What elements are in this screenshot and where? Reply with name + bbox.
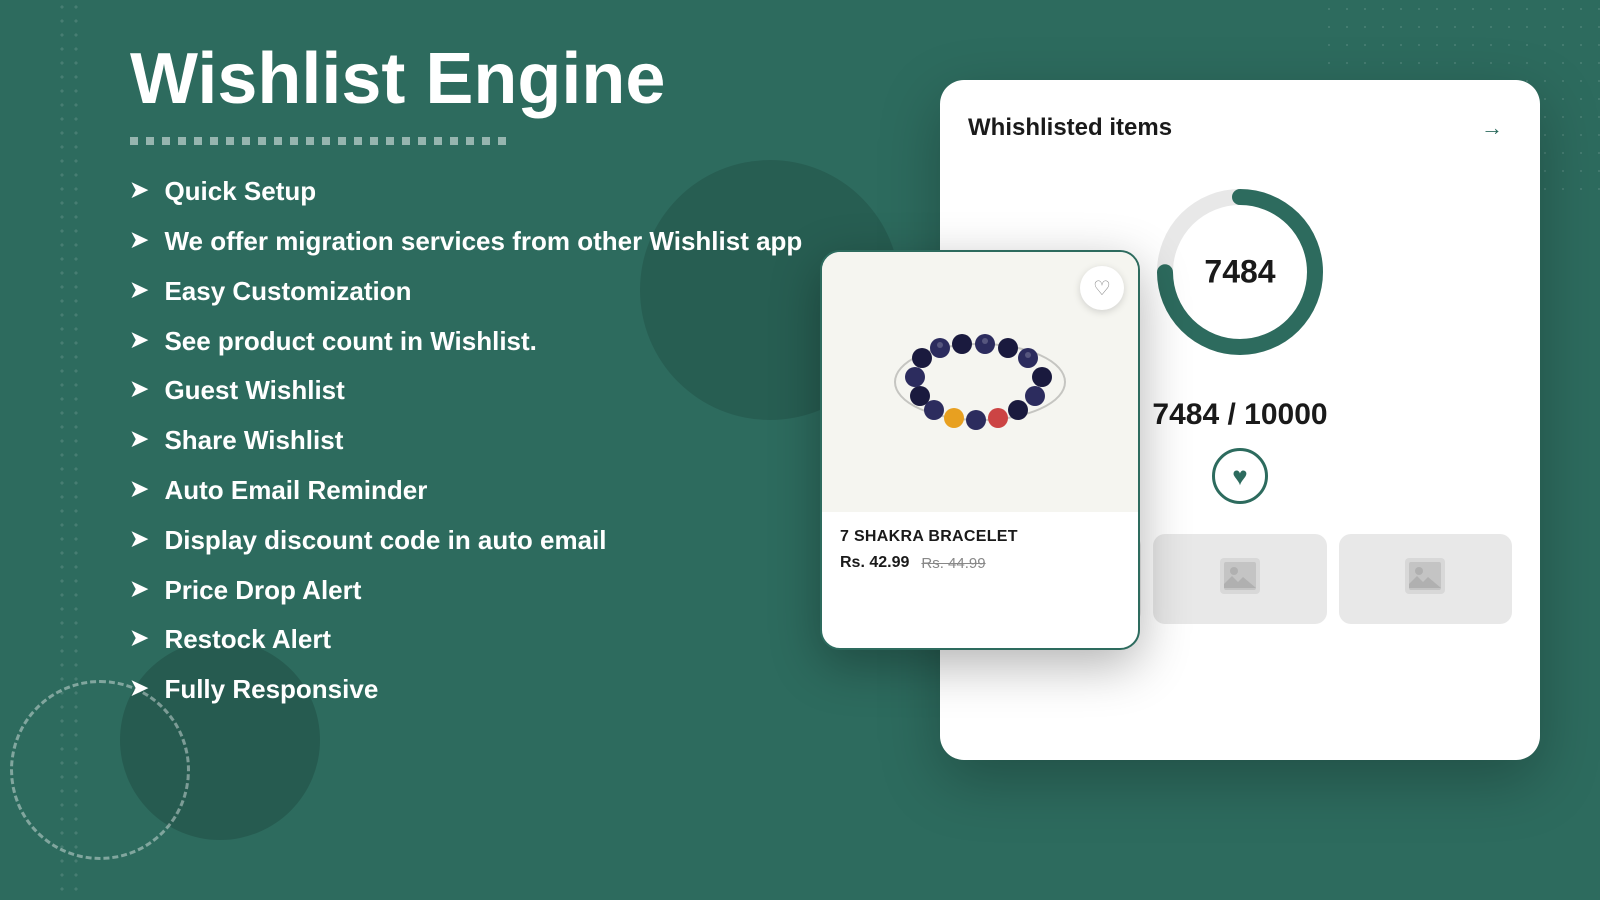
image-placeholder-icon-2 <box>1220 558 1260 601</box>
bracelet-image <box>880 322 1080 442</box>
feature-text: Display discount code in auto email <box>164 524 606 558</box>
feature-text: Quick Setup <box>164 175 316 209</box>
price-area: Rs. 42.99 Rs. 44.99 <box>840 554 1120 572</box>
feature-item-10: ➤ Restock Alert <box>130 623 810 657</box>
current-price: Rs. 42.99 <box>840 554 909 572</box>
feature-arrow-icon: ➤ <box>130 426 148 452</box>
feature-arrow-icon: ➤ <box>130 327 148 353</box>
feature-item-4: ➤ See product count in Wishlist. <box>130 325 810 359</box>
heart-outline-icon: ♡ <box>1093 276 1111 301</box>
feature-item-8: ➤ Display discount code in auto email <box>130 524 810 558</box>
left-content: Wishlist Engine ➤ Quick Setup ➤ We offer… <box>130 40 810 707</box>
card-arrow-btn[interactable]: → <box>1472 108 1512 148</box>
feature-arrow-icon: ➤ <box>130 675 148 701</box>
feature-text: See product count in Wishlist. <box>164 325 536 359</box>
feature-arrow-icon: ➤ <box>130 526 148 552</box>
feature-arrow-icon: ➤ <box>130 476 148 502</box>
title-divider <box>130 137 510 145</box>
feature-item-2: ➤ We offer migration services from other… <box>130 225 810 259</box>
right-content: Whishlisted items → 7484 7484 / 10000 ♥ <box>820 50 1540 850</box>
feature-arrow-icon: ➤ <box>130 277 148 303</box>
wishlist-heart-button[interactable]: ♡ <box>1080 266 1124 310</box>
feature-item-6: ➤ Share Wishlist <box>130 424 810 458</box>
dashed-circle-decoration <box>10 680 190 860</box>
donut-chart: 7484 <box>1140 172 1340 372</box>
product-thumb-3 <box>1339 534 1512 624</box>
feature-arrow-icon: ➤ <box>130 625 148 651</box>
heart-filled-icon: ♥ <box>1232 461 1247 492</box>
feature-arrow-icon: ➤ <box>130 576 148 602</box>
card-header: Whishlisted items → <box>968 108 1512 148</box>
feature-item-9: ➤ Price Drop Alert <box>130 574 810 608</box>
feature-item-5: ➤ Guest Wishlist <box>130 374 810 408</box>
feature-text: Auto Email Reminder <box>164 474 427 508</box>
feature-text: We offer migration services from other W… <box>164 225 802 259</box>
product-thumb-2 <box>1153 534 1326 624</box>
heart-circle-indicator: ♥ <box>1212 448 1268 504</box>
feature-text: Guest Wishlist <box>164 374 344 408</box>
feature-text: Fully Responsive <box>164 673 378 707</box>
features-list: ➤ Quick Setup ➤ We offer migration servi… <box>130 175 810 707</box>
product-name: 7 SHAKRA BRACELET <box>840 528 1120 546</box>
feature-text: Easy Customization <box>164 275 411 309</box>
feature-item-3: ➤ Easy Customization <box>130 275 810 309</box>
feature-text: Restock Alert <box>164 623 331 657</box>
feature-text: Share Wishlist <box>164 424 343 458</box>
feature-item-1: ➤ Quick Setup <box>130 175 810 209</box>
feature-arrow-icon: ➤ <box>130 227 148 253</box>
chart-fraction: 7484 / 10000 <box>1152 398 1327 432</box>
feature-arrow-icon: ➤ <box>130 177 148 203</box>
feature-item-7: ➤ Auto Email Reminder <box>130 474 810 508</box>
image-placeholder-icon-3 <box>1405 558 1445 601</box>
feature-text: Price Drop Alert <box>164 574 361 608</box>
original-price: Rs. 44.99 <box>921 555 985 572</box>
product-info: 7 SHAKRA BRACELET Rs. 42.99 Rs. 44.99 <box>822 512 1138 588</box>
page-title: Wishlist Engine <box>130 40 810 119</box>
feature-item-11: ➤ Fully Responsive <box>130 673 810 707</box>
donut-center-value: 7484 <box>1204 254 1275 291</box>
feature-arrow-icon: ➤ <box>130 376 148 402</box>
product-card: ♡ <box>820 250 1140 650</box>
card-title: Whishlisted items <box>968 114 1172 142</box>
product-image-area: ♡ <box>822 252 1138 512</box>
